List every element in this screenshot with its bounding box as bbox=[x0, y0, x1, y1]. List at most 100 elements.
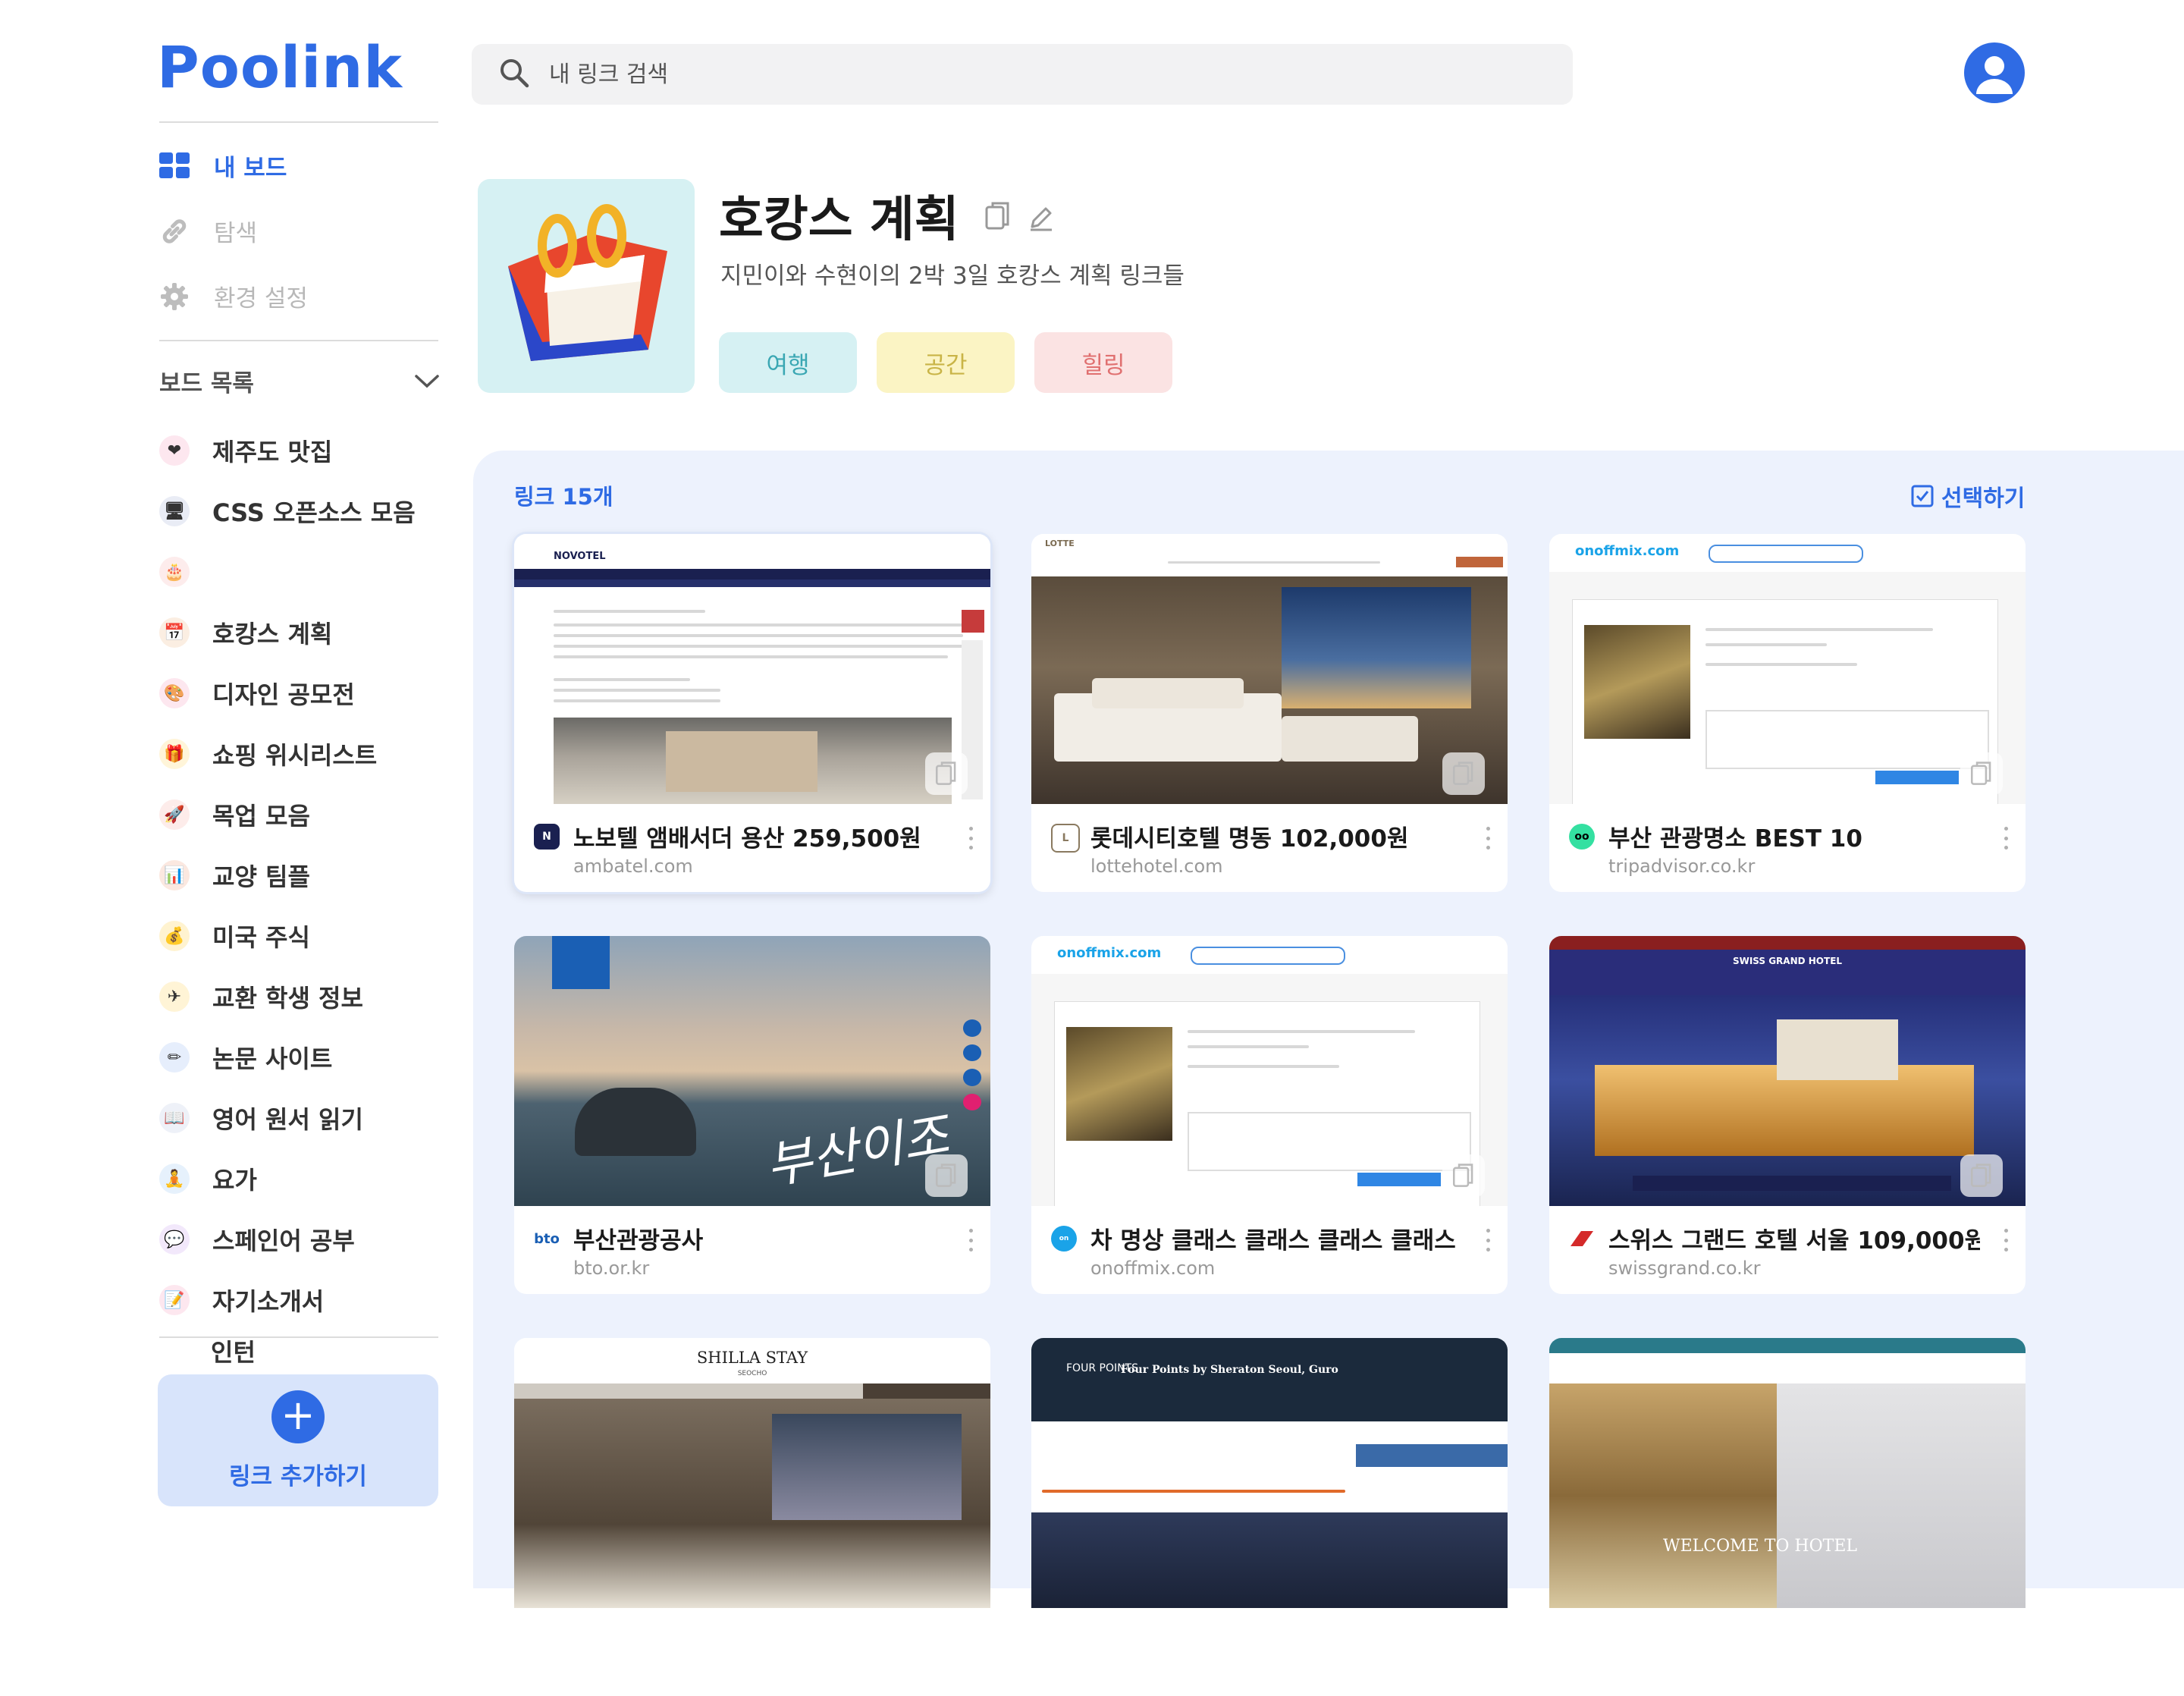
bto-icon: bto bbox=[534, 1226, 560, 1252]
copy-link-button[interactable] bbox=[1960, 1154, 2003, 1197]
link-card[interactable]: NOVOTEL N 노보텔 앰배서더 용산 259,500원 ambatel.c… bbox=[514, 534, 990, 892]
nav-explore[interactable]: 탐색 bbox=[159, 214, 257, 248]
link-card[interactable]: 부산이조 bto 부산관광공사 bto.or.kr bbox=[514, 936, 990, 1294]
link-preview: SHILLA STAY SEOCHO bbox=[514, 1338, 990, 1608]
link-domain: tripadvisor.co.kr bbox=[1608, 856, 1756, 877]
nav-settings[interactable]: 환경 설정 bbox=[159, 279, 308, 313]
select-button[interactable]: 선택하기 bbox=[1911, 479, 2025, 513]
board-item[interactable]: 📅 호캉스 계획 bbox=[159, 602, 416, 663]
checkbox-icon bbox=[1911, 485, 1934, 507]
link-card[interactable]: SHILLA STAY SEOCHO bbox=[514, 1338, 990, 1696]
chart-icon: 📊 bbox=[159, 860, 190, 890]
link-title: 차 명상 클래스 클래스 클래스 클래스 클 bbox=[1090, 1227, 1462, 1255]
more-options-icon[interactable] bbox=[1485, 827, 1491, 850]
link-preview: onoffmix.com bbox=[1031, 936, 1508, 1206]
link-domain: onoffmix.com bbox=[1090, 1258, 1216, 1279]
note-icon: 📝 bbox=[159, 1285, 190, 1315]
plus-icon: + bbox=[271, 1390, 325, 1443]
gift-icon: 🎁 bbox=[159, 739, 190, 769]
board-item[interactable]: 🚀 목업 모음 bbox=[159, 784, 416, 845]
board-item[interactable]: ✈ 교환 학생 정보 bbox=[159, 966, 416, 1027]
tag-chip[interactable]: 힐링 bbox=[1034, 332, 1172, 393]
link-domain: bto.or.kr bbox=[573, 1258, 650, 1279]
book-icon: 📖 bbox=[159, 1103, 190, 1133]
board-item[interactable]: 📝 자기소개서 bbox=[159, 1270, 416, 1330]
calendar-icon bbox=[508, 204, 667, 361]
avatar[interactable] bbox=[1964, 42, 2025, 103]
board-title: 호캉스 계획 bbox=[719, 192, 959, 248]
add-link-label: 링크 추가하기 bbox=[229, 1462, 367, 1490]
link-preview: FOUR POINTS Four Points by Sheraton Seou… bbox=[1031, 1338, 1508, 1608]
tripadvisor-icon: oo bbox=[1569, 824, 1595, 850]
board-item[interactable]: 📖 영어 원서 읽기 bbox=[159, 1088, 416, 1148]
board-item[interactable]: 🎁 쇼핑 위시리스트 bbox=[159, 724, 416, 784]
tag-chip[interactable]: 여행 bbox=[719, 332, 857, 393]
link-preview: WELCOME TO HOTEL bbox=[1549, 1338, 2026, 1608]
search-bar[interactable] bbox=[472, 44, 1573, 105]
board-description: 지민이와 수현이의 2박 3일 호캉스 계획 링크들 bbox=[720, 262, 1185, 290]
link-title: 스위스 그랜드 호텔 서울 109,000원 bbox=[1608, 1227, 1980, 1255]
link-preview: NOVOTEL bbox=[514, 534, 990, 804]
link-card[interactable]: onoffmix.com oo 부산 관광명소 BEST 10 tripadvi… bbox=[1549, 534, 2026, 892]
link-card[interactable]: onoffmix.com on 차 명상 클래스 클래스 클래스 클래스 클 o… bbox=[1031, 936, 1508, 1294]
copy-link-button[interactable] bbox=[925, 752, 968, 795]
copy-link-button[interactable] bbox=[1442, 1154, 1485, 1197]
novotel-icon: N bbox=[534, 824, 560, 850]
search-icon bbox=[499, 58, 529, 91]
link-card[interactable]: WELCOME TO HOTEL bbox=[1549, 1338, 2026, 1696]
board-list-header[interactable]: 보드 목록 bbox=[159, 364, 440, 398]
board-item[interactable]: 💰 미국 주식 bbox=[159, 906, 416, 966]
board-list: ❤ 제주도 맛집 🖥 CSS 오픈소스 모음 🎂 📅 호캉스 계획 🎨 디자인 공모전 … bbox=[159, 420, 416, 1330]
heart-dessert-icon: ❤ bbox=[159, 435, 190, 466]
nav-my-board-label: 내 보드 bbox=[214, 155, 287, 182]
link-domain: lottehotel.com bbox=[1090, 856, 1223, 877]
copy-icon[interactable] bbox=[985, 187, 1011, 243]
edit-icon[interactable] bbox=[1028, 187, 1055, 243]
more-options-icon[interactable] bbox=[968, 1229, 974, 1252]
board-item[interactable]: 🎨 디자인 공모전 bbox=[159, 663, 416, 724]
link-domain: swissgrand.co.kr bbox=[1608, 1258, 1761, 1279]
chevron-down-icon[interactable] bbox=[414, 368, 440, 395]
tag-chip[interactable]: 공간 bbox=[877, 332, 1015, 393]
nav-my-board[interactable]: 내 보드 bbox=[159, 149, 287, 183]
board-item[interactable]: 인턴 bbox=[211, 1333, 256, 1368]
more-options-icon[interactable] bbox=[2003, 827, 2009, 850]
board-item[interactable]: 📊 교양 팀플 bbox=[159, 845, 416, 906]
link-icon bbox=[159, 216, 190, 247]
coin-icon: 💰 bbox=[159, 921, 190, 951]
user-icon bbox=[1976, 56, 2013, 94]
copy-link-button[interactable] bbox=[925, 1154, 968, 1197]
board-item[interactable]: ✏ 논문 사이트 bbox=[159, 1027, 416, 1088]
search-input[interactable] bbox=[548, 60, 1461, 89]
add-link-button[interactable]: + 링크 추가하기 bbox=[158, 1374, 438, 1506]
link-preview: LOTTE bbox=[1031, 534, 1508, 804]
calendar-icon: 📅 bbox=[159, 617, 190, 648]
copy-link-button[interactable] bbox=[1960, 752, 2003, 795]
board-item[interactable]: 🧘 요가 bbox=[159, 1148, 416, 1209]
more-options-icon[interactable] bbox=[968, 827, 974, 850]
nav-settings-label: 환경 설정 bbox=[214, 285, 308, 313]
lotte-icon: L bbox=[1051, 824, 1080, 853]
board-tags: 여행 공간 힐링 bbox=[719, 332, 1172, 393]
link-card[interactable]: SWISS GRAND HOTEL 스위스 그랜드 호텔 서울 109,000원… bbox=[1549, 936, 2026, 1294]
link-card[interactable]: LOTTE L 롯데시티호텔 명동 102,000원 lottehotel.co… bbox=[1031, 534, 1508, 892]
more-options-icon[interactable] bbox=[1485, 1229, 1491, 1252]
gear-icon bbox=[159, 281, 190, 312]
board-item[interactable]: 🎂 bbox=[159, 542, 416, 602]
board-item[interactable]: 🖥 CSS 오픈소스 모음 bbox=[159, 481, 416, 542]
board-item[interactable]: 💬 스페인어 공부 bbox=[159, 1209, 416, 1270]
more-options-icon[interactable] bbox=[2003, 1229, 2009, 1252]
link-domain: ambatel.com bbox=[573, 856, 693, 877]
plane-icon: ✈ bbox=[159, 981, 190, 1012]
app-logo[interactable]: Poolink bbox=[157, 33, 403, 101]
link-title: 부산관광공사 bbox=[573, 1227, 704, 1255]
paint-icon: 🎨 bbox=[159, 678, 190, 708]
person-icon: 🧘 bbox=[159, 1164, 190, 1194]
board-item[interactable]: ❤ 제주도 맛집 bbox=[159, 420, 416, 481]
link-card[interactable]: FOUR POINTS Four Points by Sheraton Seou… bbox=[1031, 1338, 1508, 1696]
board-list-title: 보드 목록 bbox=[159, 370, 254, 397]
pencil-icon: ✏ bbox=[159, 1042, 190, 1073]
copy-link-button[interactable] bbox=[1442, 752, 1485, 795]
board-thumbnail bbox=[478, 179, 695, 393]
link-preview: 부산이조 bbox=[514, 936, 990, 1206]
